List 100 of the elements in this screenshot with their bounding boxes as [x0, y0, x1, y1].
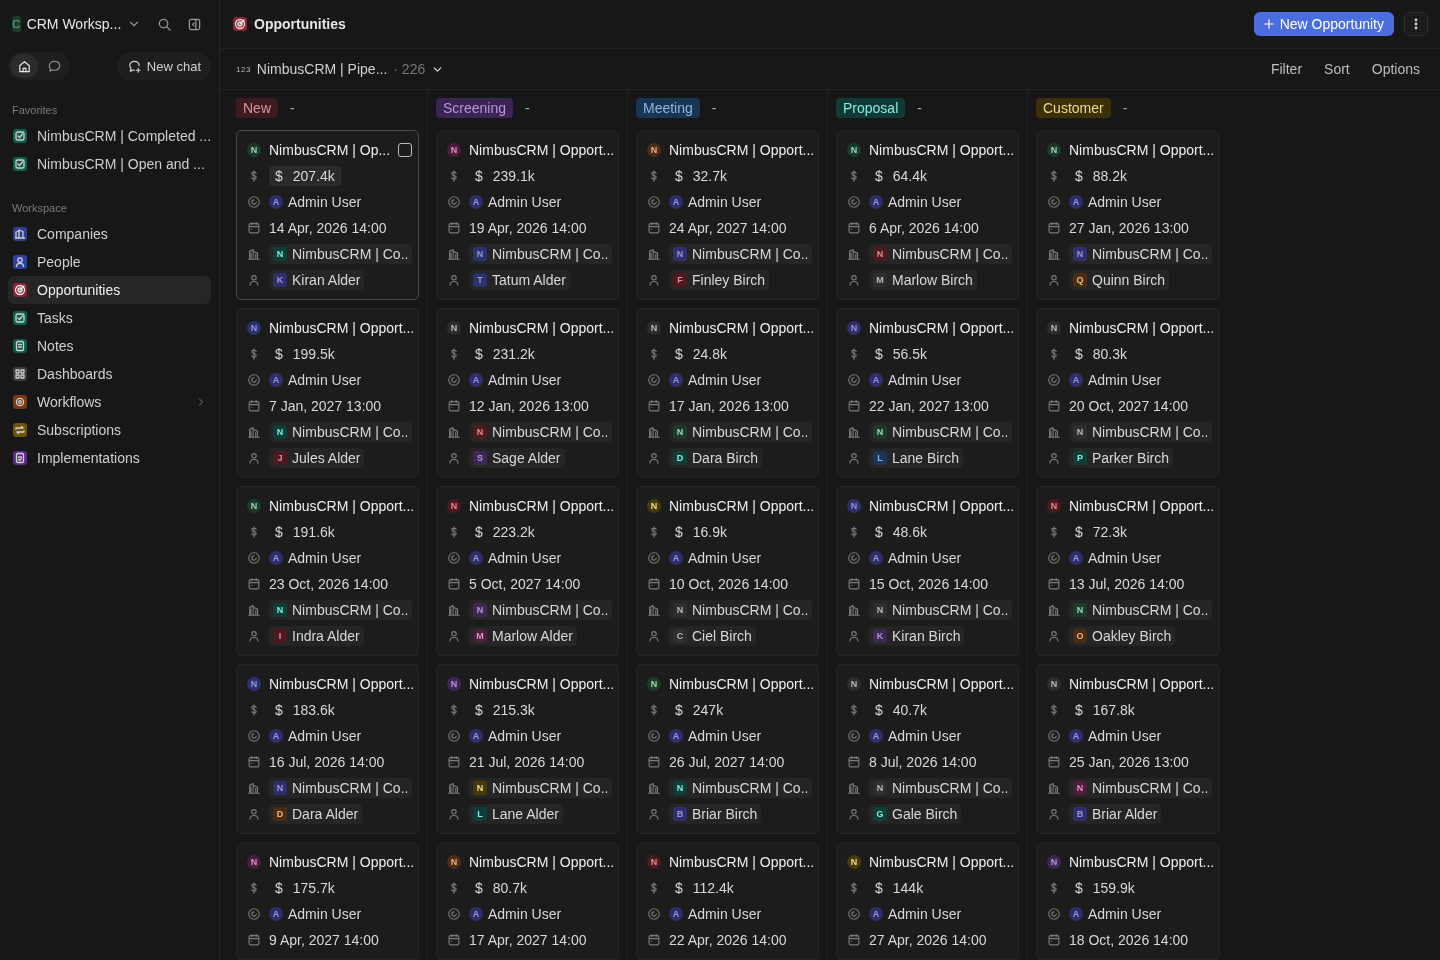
company-chip[interactable]: N NimbusCRM | Co.. — [469, 600, 613, 620]
company-chip[interactable]: N NimbusCRM | Co.. — [869, 600, 1013, 620]
amount-value[interactable]: $ 80.3k — [1069, 344, 1134, 364]
contact-chip[interactable]: T Tatum Alder — [469, 270, 570, 290]
contact-chip[interactable]: I Indra Alder — [269, 626, 364, 646]
view-action-button[interactable]: Options — [1363, 61, 1428, 77]
card-title[interactable]: NimbusCRM | Opport... — [869, 320, 1015, 336]
opportunity-card[interactable]: N NimbusCRM | Opport... $ 183.6k A Admin User 16 Jul, 2026 14:00 N NimbusCRM | Co.. D Dara Alder — [236, 664, 419, 834]
card-title[interactable]: NimbusCRM | Opport... — [1069, 676, 1215, 692]
opportunity-card[interactable]: N NimbusCRM | Opport... $ 56.5k A Admin User 22 Jan, 2027 13:00 N NimbusCRM | Co.. L Lane Birch — [836, 308, 1019, 478]
contact-chip[interactable]: Q Quinn Birch — [1069, 270, 1170, 290]
opportunity-card[interactable]: N NimbusCRM | Opport... $ 159.9k A Admin User 18 Oct, 2026 14:00 — [1036, 842, 1220, 960]
amount-value[interactable]: $ 223.2k — [469, 522, 541, 542]
card-title[interactable]: NimbusCRM | Opport... — [869, 854, 1015, 870]
amount-value[interactable]: $ 207.4k — [269, 166, 341, 186]
amount-value[interactable]: $ 112.4k — [669, 878, 740, 898]
nav-item[interactable]: Dashboards — [8, 360, 211, 388]
nav-item[interactable]: Implementations — [8, 444, 211, 472]
opportunity-card[interactable]: N NimbusCRM | Opport... $ 64.4k A Admin User 6 Apr, 2026 14:00 N NimbusCRM | Co.. M Marlow Birch — [836, 130, 1019, 300]
contact-chip[interactable]: M Marlow Birch — [869, 270, 977, 290]
opportunity-card[interactable]: N NimbusCRM | Opport... $ 239.1k A Admin User 19 Apr, 2026 14:00 N NimbusCRM | Co.. T Tatum Alder — [436, 130, 619, 300]
contact-chip[interactable]: P Parker Birch — [1069, 448, 1174, 468]
contact-chip[interactable]: L Lane Birch — [869, 448, 963, 468]
amount-value[interactable]: $ 175.7k — [269, 878, 341, 898]
nav-item[interactable]: Notes — [8, 332, 211, 360]
nav-item[interactable]: Companies — [8, 220, 211, 248]
card-title[interactable]: NimbusCRM | Opport... — [669, 142, 815, 158]
amount-value[interactable]: $ 144k — [869, 878, 930, 898]
more-options-button[interactable] — [1404, 12, 1428, 36]
amount-value[interactable]: $ 40.7k — [869, 700, 934, 720]
card-title[interactable]: NimbusCRM | Opport... — [469, 854, 615, 870]
amount-value[interactable]: $ 159.9k — [1069, 878, 1141, 898]
opportunity-card[interactable]: N NimbusCRM | Opport... $ 16.9k A Admin User 10 Oct, 2026 14:00 N NimbusCRM | Co.. C Ciel Birch — [636, 486, 819, 656]
company-chip[interactable]: N NimbusCRM | Co.. — [269, 600, 413, 620]
new-chat-button[interactable]: New chat — [116, 52, 211, 80]
opportunity-card[interactable]: N NimbusCRM | Opport... $ 167.8k A Admin User 25 Jan, 2026 13:00 N NimbusCRM | Co.. B Briar Alder — [1036, 664, 1220, 834]
card-checkbox[interactable] — [398, 143, 413, 157]
card-title[interactable]: NimbusCRM | Opport... — [269, 676, 415, 692]
company-chip[interactable]: N NimbusCRM | Co.. — [469, 422, 613, 442]
card-title[interactable]: NimbusCRM | Opport... — [469, 142, 615, 158]
contact-chip[interactable]: L Lane Alder — [469, 804, 563, 824]
view-action-button[interactable]: Filter — [1262, 61, 1311, 77]
amount-value[interactable]: $ 199.5k — [269, 344, 341, 364]
opportunity-card[interactable]: N NimbusCRM | Opport... $ 247k A Admin User 26 Jul, 2027 14:00 N NimbusCRM | Co.. B Briar Birch — [636, 664, 819, 834]
opportunity-card[interactable]: N NimbusCRM | Opport... $ 80.7k A Admin User 17 Apr, 2027 14:00 — [436, 842, 619, 960]
opportunity-card[interactable]: N NimbusCRM | Opport... $ 199.5k A Admin User 7 Jan, 2027 13:00 N NimbusCRM | Co.. J Jules Alder — [236, 308, 419, 478]
company-chip[interactable]: N NimbusCRM | Co.. — [1069, 600, 1213, 620]
company-chip[interactable]: N NimbusCRM | Co.. — [869, 244, 1013, 264]
amount-value[interactable]: $ 231.2k — [469, 344, 541, 364]
opportunity-card[interactable]: N NimbusCRM | Opport... $ 191.6k A Admin User 23 Oct, 2026 14:00 N NimbusCRM | Co.. I Indra Alder — [236, 486, 419, 656]
company-chip[interactable]: N NimbusCRM | Co.. — [669, 778, 813, 798]
amount-value[interactable]: $ 80.7k — [469, 878, 534, 898]
opportunity-card[interactable]: N NimbusCRM | Opport... $ 231.2k A Admin User 12 Jan, 2026 13:00 N NimbusCRM | Co.. S Sage Alder — [436, 308, 619, 478]
opportunity-card[interactable]: N NimbusCRM | Opport... $ 223.2k A Admin User 5 Oct, 2027 14:00 N NimbusCRM | Co.. M Marlow Alder — [436, 486, 619, 656]
opportunity-card[interactable]: N NimbusCRM | Opport... $ 112.4k A Admin User 22 Apr, 2026 14:00 — [636, 842, 819, 960]
nav-item[interactable]: Opportunities — [8, 276, 211, 304]
nav-item[interactable]: Subscriptions — [8, 416, 211, 444]
company-chip[interactable]: N NimbusCRM | Co.. — [269, 244, 413, 264]
contact-chip[interactable]: M Marlow Alder — [469, 626, 577, 646]
card-title[interactable]: NimbusCRM | Opport... — [1069, 498, 1215, 514]
amount-value[interactable]: $ 239.1k — [469, 166, 541, 186]
card-title[interactable]: NimbusCRM | Op... — [269, 142, 391, 158]
amount-value[interactable]: $ 191.6k — [269, 522, 341, 542]
favorite-item[interactable]: NimbusCRM | Completed ... — [8, 122, 211, 150]
opportunity-card[interactable]: N NimbusCRM | Opport... $ 175.7k A Admin User 9 Apr, 2027 14:00 — [236, 842, 419, 960]
contact-chip[interactable]: C Ciel Birch — [669, 626, 756, 646]
card-title[interactable]: NimbusCRM | Opport... — [469, 676, 615, 692]
company-chip[interactable]: N NimbusCRM | Co.. — [469, 244, 613, 264]
card-title[interactable]: NimbusCRM | Opport... — [669, 854, 815, 870]
card-title[interactable]: NimbusCRM | Opport... — [869, 498, 1015, 514]
card-title[interactable]: NimbusCRM | Opport... — [869, 676, 1015, 692]
favorite-item[interactable]: NimbusCRM | Open and ... — [8, 150, 211, 178]
company-chip[interactable]: N NimbusCRM | Co.. — [869, 778, 1013, 798]
card-title[interactable]: NimbusCRM | Opport... — [1069, 142, 1215, 158]
company-chip[interactable]: N NimbusCRM | Co.. — [269, 778, 413, 798]
company-chip[interactable]: N NimbusCRM | Co.. — [1069, 244, 1213, 264]
contact-chip[interactable]: B Briar Alder — [1069, 804, 1162, 824]
contact-chip[interactable]: J Jules Alder — [269, 448, 365, 468]
opportunity-card[interactable]: N NimbusCRM | Opport... $ 32.7k A Admin User 24 Apr, 2027 14:00 N NimbusCRM | Co.. F Finley Birch — [636, 130, 819, 300]
view-action-button[interactable]: Sort — [1316, 61, 1358, 77]
card-title[interactable]: NimbusCRM | Opport... — [269, 320, 415, 336]
amount-value[interactable]: $ 183.6k — [269, 700, 341, 720]
company-chip[interactable]: N NimbusCRM | Co.. — [1069, 422, 1213, 442]
contact-chip[interactable]: F Finley Birch — [669, 270, 770, 290]
amount-value[interactable]: $ 56.5k — [869, 344, 934, 364]
opportunity-card[interactable]: N NimbusCRM | Opport... $ 215.3k A Admin User 21 Jul, 2026 14:00 N NimbusCRM | Co.. L Lane Alder — [436, 664, 619, 834]
view-name[interactable]: NimbusCRM | Pipe... — [256, 61, 388, 77]
company-chip[interactable]: N NimbusCRM | Co.. — [669, 244, 813, 264]
contact-chip[interactable]: D Dara Alder — [269, 804, 363, 824]
card-title[interactable]: NimbusCRM | Opport... — [869, 142, 1015, 158]
contact-chip[interactable]: G Gale Birch — [869, 804, 962, 824]
nav-item[interactable]: People — [8, 248, 211, 276]
opportunity-card[interactable]: N NimbusCRM | Opport... $ 72.3k A Admin User 13 Jul, 2026 14:00 N NimbusCRM | Co.. O Oakley Birch — [1036, 486, 1220, 656]
new-opportunity-button[interactable]: New Opportunity — [1253, 12, 1394, 36]
amount-value[interactable]: $ 88.2k — [1069, 166, 1134, 186]
nav-item[interactable]: Workflows — [8, 388, 211, 416]
opportunity-card[interactable]: N NimbusCRM | Op... $ 207.4k A Admin User 14 Apr, 2026 14:00 N NimbusCRM | Co.. K Kiran Alder — [236, 130, 419, 300]
amount-value[interactable]: $ 247k — [669, 700, 730, 720]
workspace-logo[interactable]: C — [12, 16, 21, 32]
amount-value[interactable]: $ 167.8k — [1069, 700, 1141, 720]
